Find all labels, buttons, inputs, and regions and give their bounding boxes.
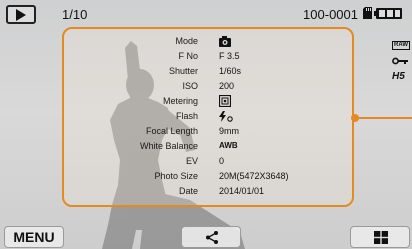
info-row-flash: Flash xyxy=(64,109,356,123)
info-value: 0 xyxy=(219,156,225,166)
info-row-focal-length: Focal Length 9mm xyxy=(64,124,356,138)
info-label: Focal Length xyxy=(145,126,198,136)
share-button[interactable] xyxy=(181,226,241,248)
info-label: Photo Size xyxy=(154,171,198,181)
info-row-shutter: Shutter 1/60s xyxy=(64,64,356,78)
protect-key-icon xyxy=(392,57,408,65)
info-value: 20M(5472X3648) xyxy=(219,171,289,181)
battery-icon xyxy=(374,8,402,19)
info-label: F No xyxy=(178,51,198,61)
info-label: Shutter xyxy=(168,66,198,76)
info-row-iso: ISO 200 xyxy=(64,79,356,93)
info-value: 2014/01/01 xyxy=(219,186,265,196)
hs-icon: H5 xyxy=(392,71,405,82)
share-icon xyxy=(206,231,218,244)
info-label: Flash xyxy=(175,111,198,121)
info-value: 1/60s xyxy=(219,66,242,76)
panel-connector-dot xyxy=(351,114,359,122)
info-row-fno: F No F 3.5 xyxy=(64,49,356,63)
playback-button[interactable] xyxy=(6,5,36,24)
info-label: Mode xyxy=(175,36,198,46)
file-number: 100-0001 xyxy=(303,7,358,22)
info-row-metering: Metering xyxy=(64,94,356,108)
info-label: ISO xyxy=(182,81,198,91)
photo-info-panel: Mode F No F 3.5 Shutter 1/60s ISO 200 Me… xyxy=(62,27,354,207)
info-label: Date xyxy=(178,186,198,196)
awb-icon: AWB xyxy=(219,141,238,150)
info-row-ev: EV 0 xyxy=(64,154,356,168)
info-row-mode: Mode xyxy=(64,34,356,48)
flash-off-icon xyxy=(219,111,233,122)
image-counter: 1/10 xyxy=(62,7,88,22)
play-icon xyxy=(16,9,26,21)
camera-mode-icon xyxy=(219,36,231,47)
metering-icon xyxy=(219,95,231,107)
playback-screen: 1/10 100-0001 Mode F No F 3.5 Shutter 1/… xyxy=(0,0,412,249)
menu-button[interactable]: MENU xyxy=(4,226,64,248)
thumbnail-view-button[interactable] xyxy=(350,226,410,248)
info-row-photo-size: Photo Size 20M(5472X3648) xyxy=(64,169,356,183)
info-value: 200 xyxy=(219,81,235,91)
panel-connector-line xyxy=(354,117,412,119)
info-value: F 3.5 xyxy=(219,51,240,61)
info-row-white-balance: White Balance AWB xyxy=(64,139,356,153)
info-row-date: Date 2014/01/01 xyxy=(64,184,356,198)
status-bar: 1/10 100-0001 xyxy=(0,0,412,26)
info-label: EV xyxy=(185,156,198,166)
info-value: 9mm xyxy=(219,126,239,136)
info-label: White Balance xyxy=(139,141,198,151)
grid-icon xyxy=(374,231,388,244)
memory-card-icon xyxy=(363,7,372,19)
info-label: Metering xyxy=(162,96,198,106)
raw-quality-icon: RAW xyxy=(392,41,410,50)
